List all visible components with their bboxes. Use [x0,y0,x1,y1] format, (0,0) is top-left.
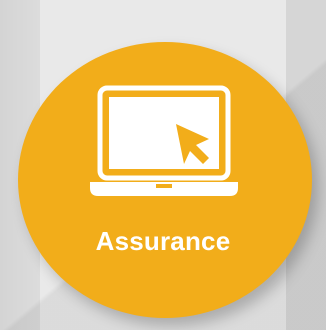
badge-label: Assurance [95,226,231,256]
laptop-trackpad-notch [156,184,172,188]
laptop-cursor-icon [90,85,238,196]
